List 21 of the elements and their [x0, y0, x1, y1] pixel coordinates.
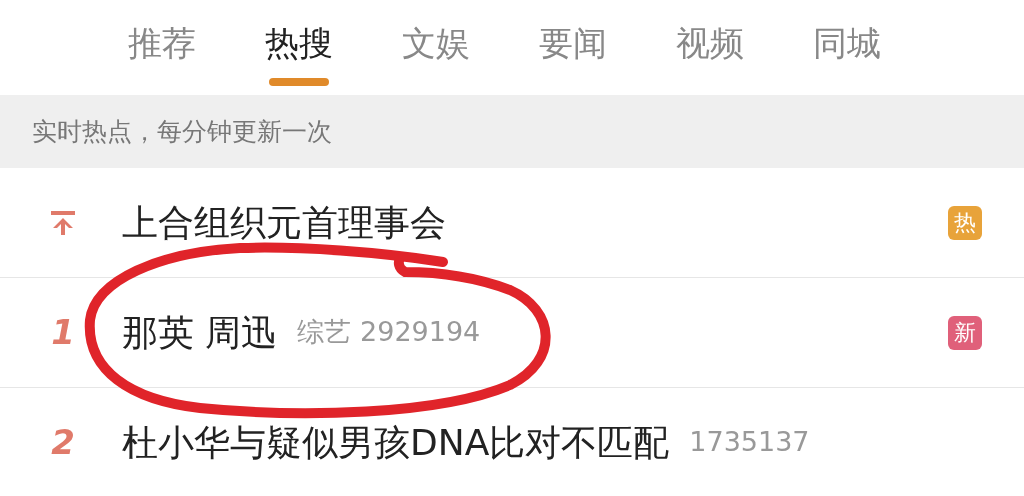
tab[interactable]: 推荐	[128, 20, 196, 66]
hot-search-row[interactable]: 上合组织元首理事会 热	[0, 168, 1024, 278]
hot-search-row[interactable]: 1 那英 周迅 综艺 2929194 新	[0, 278, 1024, 388]
tab[interactable]: 文娱	[402, 20, 470, 66]
topic-title: 上合组织元首理事会	[122, 200, 446, 245]
topic-title: 那英 周迅	[122, 310, 278, 355]
banner: 实时热点，每分钟更新一次	[0, 95, 1024, 168]
tab-indicator	[269, 78, 329, 86]
topic-meta: 综艺 2929194	[297, 315, 481, 350]
rank-number: 2	[51, 421, 75, 464]
topic-badge: 新	[948, 315, 982, 350]
hot-search-row[interactable]: 2 杜小华与疑似男孩DNA比对不匹配 1735137	[0, 388, 1024, 496]
rank-number: 1	[51, 311, 75, 354]
topic-title: 杜小华与疑似男孩DNA比对不匹配	[122, 420, 670, 465]
tab[interactable]: 热搜	[265, 20, 333, 66]
tab[interactable]: 同城	[813, 20, 881, 66]
pin-to-top-icon	[50, 209, 76, 236]
tab[interactable]: 视频	[676, 20, 744, 66]
topic-badge: 热	[948, 205, 982, 240]
topic-meta: 1735137	[689, 425, 810, 460]
tab[interactable]: 要闻	[539, 20, 607, 66]
